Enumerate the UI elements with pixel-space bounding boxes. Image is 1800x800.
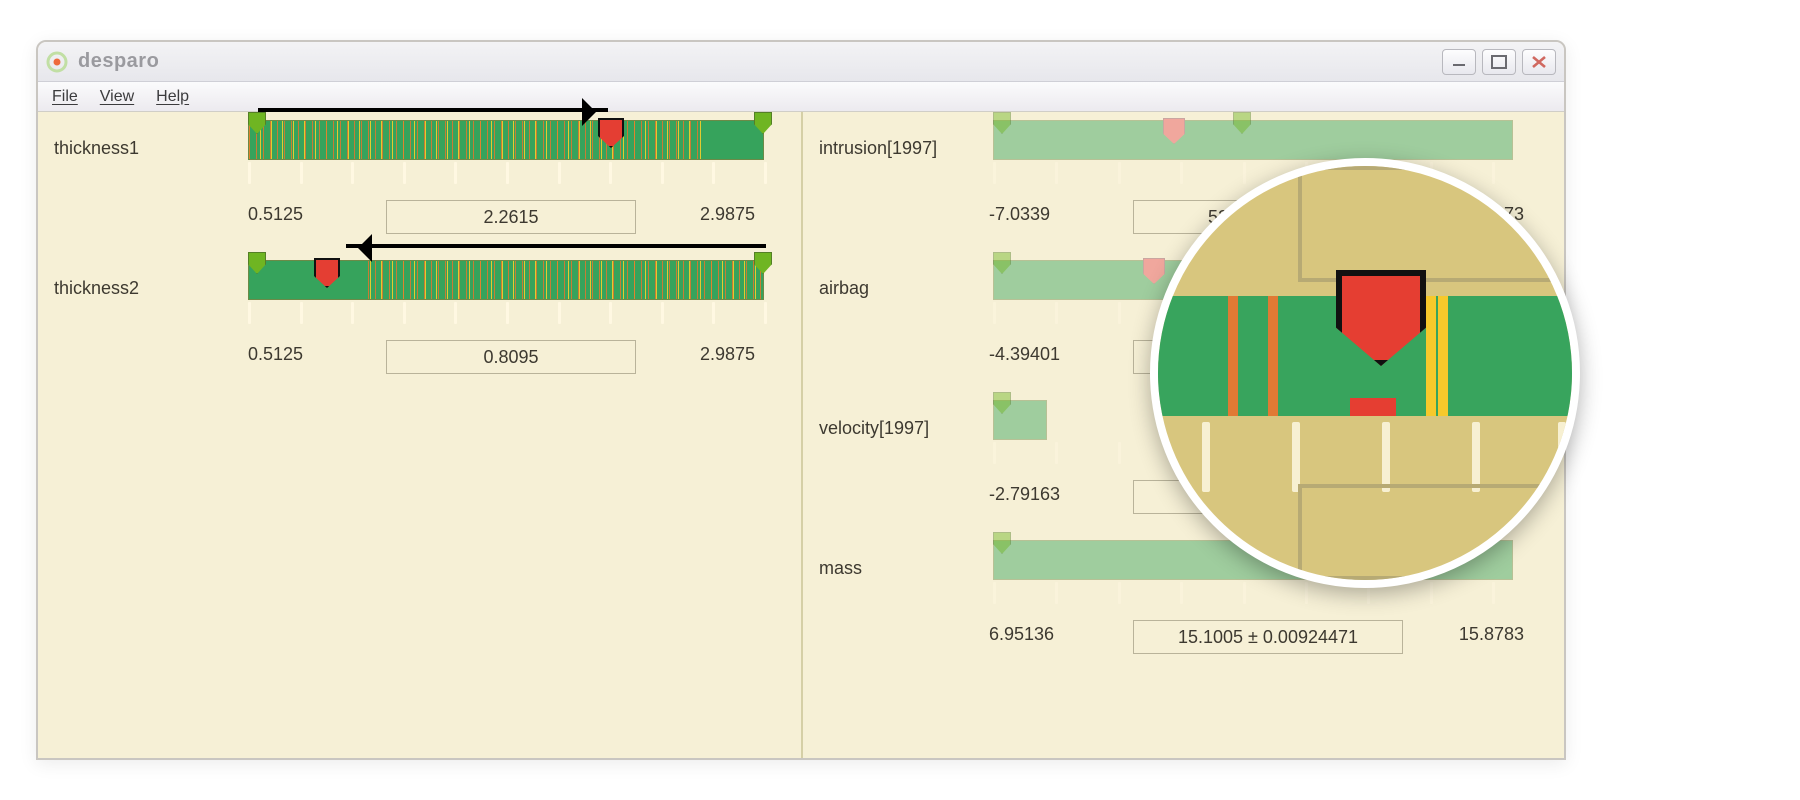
- left-pane: thickness1 0.5125 2.2615 2.9875 thicknes…: [38, 112, 801, 758]
- max-label: 15.8783: [1459, 624, 1524, 645]
- min-label: -7.0339: [989, 204, 1050, 225]
- min-label: 0.5125: [248, 204, 303, 225]
- app-icon: [46, 51, 68, 73]
- param-row-thickness1: thickness1 0.5125 2.2615 2.9875: [38, 112, 801, 272]
- max-label: 2.9875: [700, 344, 755, 365]
- menu-file[interactable]: File: [52, 88, 78, 106]
- minimize-button[interactable]: [1442, 49, 1476, 75]
- titlebar[interactable]: desparo: [38, 42, 1564, 82]
- min-label: -2.79163: [989, 484, 1060, 505]
- tick-strip: [248, 302, 764, 326]
- min-label: -4.39401: [989, 344, 1060, 365]
- maximize-button[interactable]: [1482, 49, 1516, 75]
- menu-help[interactable]: Help: [156, 88, 189, 106]
- param-label: velocity[1997]: [819, 418, 929, 439]
- app-title: desparo: [78, 50, 159, 73]
- tick-strip: [248, 162, 764, 186]
- param-label: thickness1: [54, 138, 139, 159]
- direction-arrow-icon: [258, 108, 608, 112]
- min-label: 0.5125: [248, 344, 303, 365]
- direction-arrow-icon: [346, 244, 766, 248]
- value-readout[interactable]: 0.8095: [386, 340, 636, 374]
- magnifier-overlay: [1150, 158, 1580, 588]
- close-button[interactable]: [1522, 49, 1556, 75]
- menu-view[interactable]: View: [100, 88, 134, 106]
- param-row-thickness2: thickness2 0.5125 0.8095 2.9875: [38, 252, 801, 412]
- param-label: airbag: [819, 278, 869, 299]
- min-label: 6.95136: [989, 624, 1054, 645]
- tick-strip: [993, 582, 1513, 606]
- param-label: intrusion[1997]: [819, 138, 937, 159]
- param-label: mass: [819, 558, 862, 579]
- param-label: thickness2: [54, 278, 139, 299]
- value-readout[interactable]: 2.2615: [386, 200, 636, 234]
- value-readout[interactable]: 15.1005 ± 0.00924471: [1133, 620, 1403, 654]
- max-label: 2.9875: [700, 204, 755, 225]
- range-bar[interactable]: [993, 120, 1513, 160]
- range-bar[interactable]: [248, 120, 764, 160]
